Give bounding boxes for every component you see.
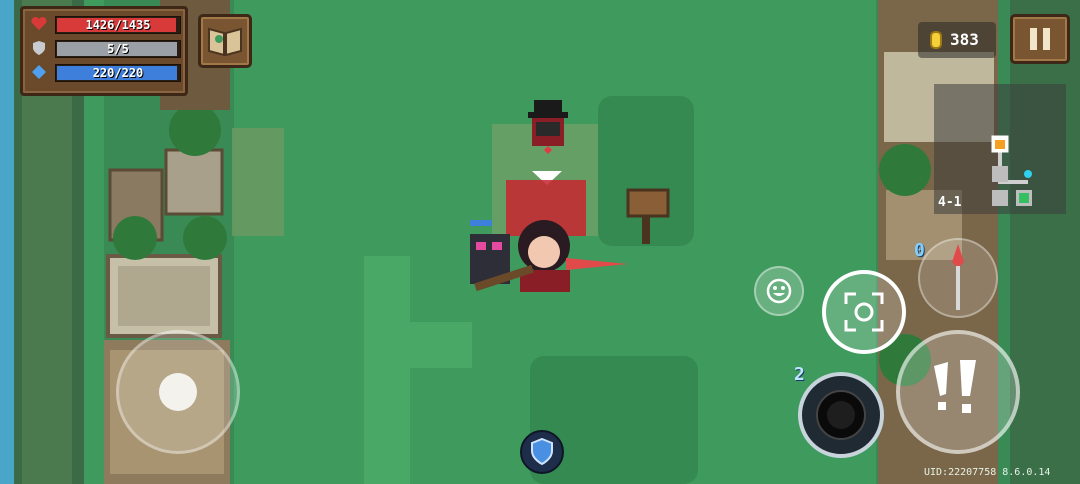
energy-bar: 220/220	[55, 64, 181, 82]
build-info: UID:22207758 8.6.0.14	[924, 467, 1051, 478]
health-bar: 1426/1435	[55, 16, 181, 34]
journal-button[interactable]	[198, 14, 252, 68]
armor-value: 5/5	[107, 42, 129, 56]
book-icon	[208, 27, 242, 57]
skill-button[interactable]	[798, 372, 884, 458]
shield-buff-icon	[531, 438, 553, 466]
attack-button[interactable]	[896, 330, 1020, 454]
armor-row: 5/5	[31, 39, 181, 58]
movement-joystick[interactable]	[116, 330, 240, 454]
coin-counter: 383	[918, 22, 996, 58]
shield-icon	[33, 41, 45, 55]
buff-status-icon[interactable]	[520, 430, 564, 474]
attack-exclaim-icon	[934, 360, 976, 413]
health-row: 1426/1435	[31, 15, 181, 34]
crosshair-icon	[844, 292, 884, 332]
pause-icon	[1030, 28, 1050, 50]
armor-bar: 5/5	[55, 40, 181, 58]
level-indicator: 4-1	[938, 195, 962, 210]
coin-amount: 383	[950, 30, 979, 49]
energy-row: 220/220	[31, 63, 181, 82]
emote-button[interactable]	[754, 266, 804, 316]
player-stats-panel: 1426/1435 5/5 220/220	[20, 6, 188, 96]
pause-button[interactable]	[1010, 14, 1070, 64]
black-hole-skill-icon	[816, 390, 866, 440]
crow-merchant-npc[interactable]	[518, 94, 578, 156]
auto-aim-button[interactable]	[822, 270, 906, 354]
weapon-swap-button[interactable]	[918, 238, 998, 318]
skill-charge-count: 2	[794, 364, 805, 385]
energy-diamond-icon	[32, 65, 46, 79]
spear-weapon-icon	[952, 244, 964, 310]
joystick-knob[interactable]	[159, 373, 197, 411]
gold-coin-icon	[930, 31, 942, 49]
heart-icon	[31, 16, 47, 30]
player-character	[470, 180, 630, 296]
energy-value: 220/220	[92, 66, 144, 80]
weapon-energy-cost: 0	[914, 240, 925, 261]
smiley-icon	[766, 278, 792, 304]
health-value: 1426/1435	[85, 18, 151, 32]
minimap[interactable]: 4-1	[934, 84, 1066, 214]
